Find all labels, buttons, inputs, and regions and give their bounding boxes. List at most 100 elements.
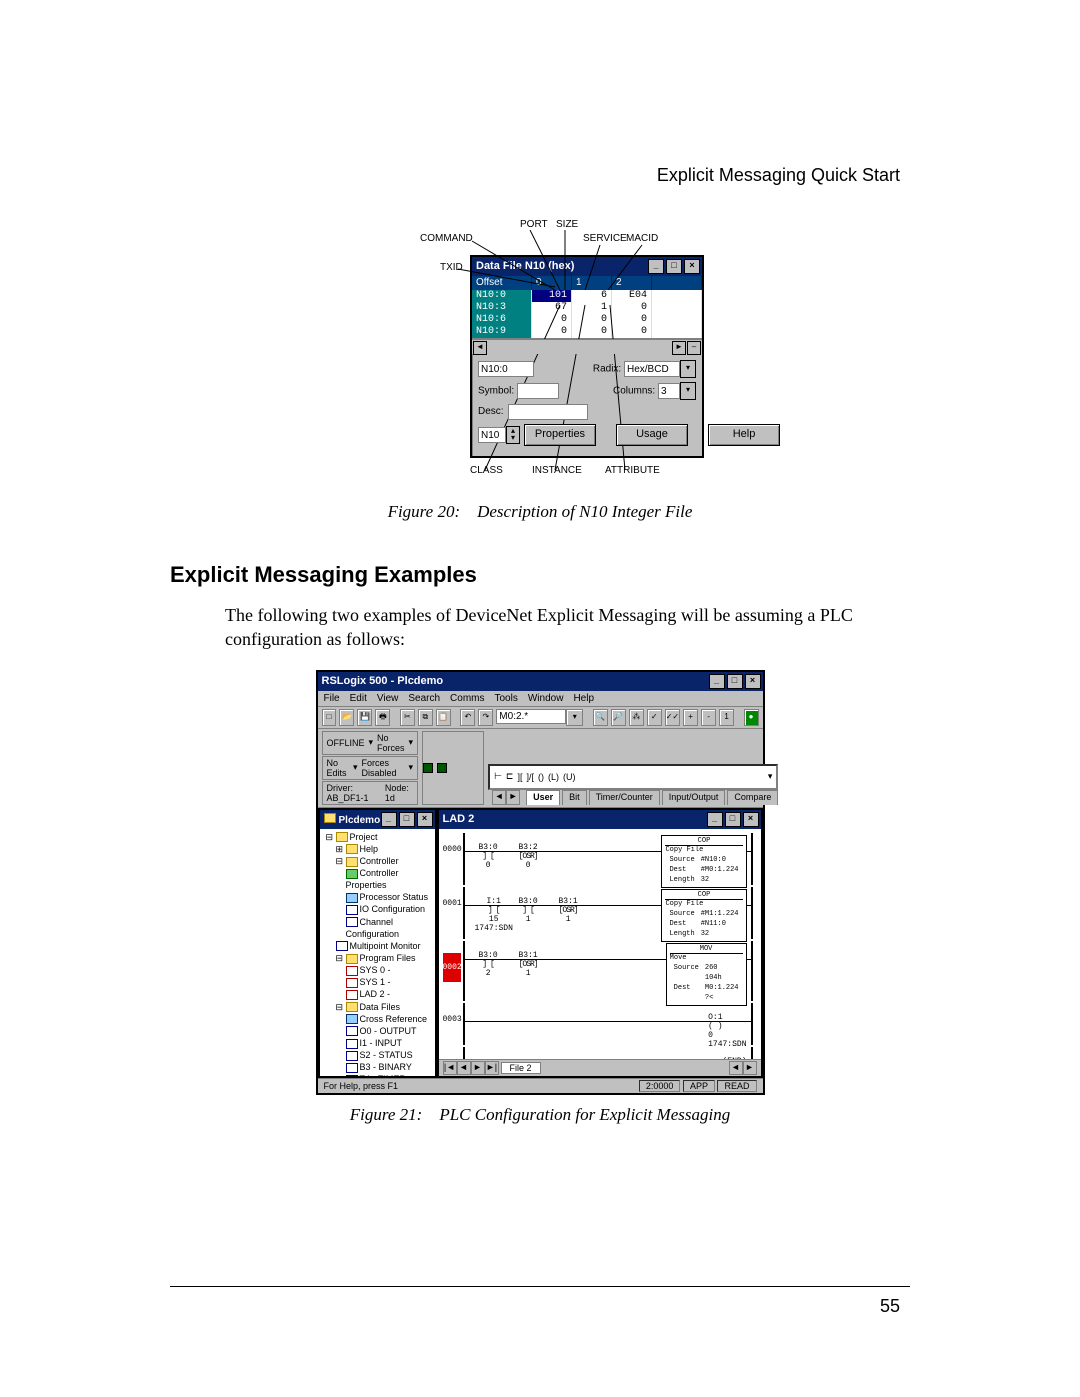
help-button[interactable]: Help xyxy=(708,424,780,446)
print-icon[interactable]: 🖶 xyxy=(375,709,390,726)
ann-port: PORT xyxy=(520,220,548,230)
maximize-icon[interactable]: □ xyxy=(727,674,743,689)
chevron-down-icon[interactable]: ▾ xyxy=(409,737,414,748)
minimize-icon[interactable]: _ xyxy=(381,812,397,827)
cop-instruction[interactable]: COP Copy File Source#N10:0 Dest#M0:1.224… xyxy=(661,835,746,888)
copy-icon[interactable]: ⧉ xyxy=(418,709,433,726)
minimize-icon[interactable]: _ xyxy=(707,812,723,827)
project-tree[interactable]: ⊟ Project ⊞ Help ⊟ Controller Controller… xyxy=(320,829,435,1076)
rung-1[interactable]: 0001 I:1] [151747:SDN B3:0] [1 B3:1[OSR]… xyxy=(463,887,753,939)
close-icon[interactable]: × xyxy=(745,674,761,689)
otu-icon[interactable]: (U) xyxy=(563,772,576,782)
tab-bit[interactable]: Bit xyxy=(562,790,587,805)
file-spinner[interactable] xyxy=(478,427,506,443)
goto-input[interactable] xyxy=(478,361,534,377)
paste-icon[interactable]: 📋 xyxy=(436,709,451,726)
rung-icon[interactable]: ⊢ xyxy=(494,771,502,782)
verify-icon[interactable]: ✓ xyxy=(647,709,662,726)
find-icon[interactable]: 🔍 xyxy=(593,709,608,726)
h-scrollbar[interactable]: ◄ ► – xyxy=(472,339,702,354)
xic-icon[interactable]: ][ xyxy=(517,772,522,782)
desc-input[interactable] xyxy=(508,404,588,420)
find-next-icon[interactable]: 🔎 xyxy=(611,709,626,726)
col-1: 1 xyxy=(572,276,612,290)
scroll-right-icon[interactable]: ► xyxy=(743,1061,757,1075)
chevron-down-icon[interactable]: ▾ xyxy=(369,737,374,748)
menu-help[interactable]: Help xyxy=(573,693,594,704)
menu-comms[interactable]: Comms xyxy=(450,693,484,704)
zoom-out-icon[interactable]: - xyxy=(701,709,716,726)
maximize-icon[interactable]: □ xyxy=(399,812,415,827)
open-icon[interactable]: 📂 xyxy=(339,709,354,726)
menu-edit[interactable]: Edit xyxy=(350,693,367,704)
close-icon[interactable]: × xyxy=(684,259,700,274)
file-tab[interactable]: File 2 xyxy=(501,1062,541,1074)
online-icon[interactable]: ● xyxy=(744,709,759,726)
file-tab-last-icon[interactable]: ►| xyxy=(485,1061,499,1075)
scroll-menu-icon[interactable]: – xyxy=(687,341,701,355)
menu-window[interactable]: Window xyxy=(528,693,564,704)
cut-icon[interactable]: ✂ xyxy=(400,709,415,726)
cop-instruction[interactable]: COP Copy File Source#M1:1.224 Dest#N11:0… xyxy=(661,889,746,942)
tab-user[interactable]: User xyxy=(526,790,560,805)
maximize-icon[interactable]: □ xyxy=(725,812,741,827)
xio-icon[interactable]: ]/[ xyxy=(526,772,534,782)
save-icon[interactable]: 💾 xyxy=(357,709,372,726)
spinner-icon[interactable]: ▴▾ xyxy=(506,426,520,444)
scroll-left-icon[interactable]: ◄ xyxy=(729,1061,743,1075)
tab-compare[interactable]: Compare xyxy=(727,790,778,805)
zoom-in-icon[interactable]: + xyxy=(683,709,698,726)
redo-icon[interactable]: ↷ xyxy=(478,709,493,726)
chevron-down-icon[interactable]: ▾ xyxy=(566,709,583,726)
rung-3[interactable]: 0003 O:1 ( ) 0 1747:SDN xyxy=(463,1003,753,1045)
close-icon[interactable]: × xyxy=(743,812,759,827)
rung-2[interactable]: 0002 B3:0] [2 B3:1[OSR]1 MOV Move Source… xyxy=(463,941,753,1001)
status-noforces: No Forces xyxy=(377,733,405,753)
status-noedits: No Edits xyxy=(327,758,350,778)
scroll-left-icon[interactable]: ◄ xyxy=(473,341,487,355)
columns-select[interactable] xyxy=(658,383,680,399)
menu-view[interactable]: View xyxy=(377,693,399,704)
properties-button[interactable]: Properties xyxy=(524,424,596,446)
ann-service: SERVICE xyxy=(583,234,627,244)
otl-icon[interactable]: (L) xyxy=(548,772,559,782)
verify-all-icon[interactable]: ✓✓ xyxy=(665,709,680,726)
symbol-input[interactable] xyxy=(517,383,559,399)
scroll-right-icon[interactable]: ► xyxy=(672,341,686,355)
status-position: 2:0000 xyxy=(639,1080,681,1092)
chevron-down-icon[interactable]: ▾ xyxy=(768,771,773,782)
ote-coil[interactable]: O:1 ( ) 0 1747:SDN xyxy=(708,1013,746,1049)
zoom-100-icon[interactable]: 1 xyxy=(719,709,734,726)
tab-input-output[interactable]: Input/Output xyxy=(662,790,726,805)
menu-file[interactable]: File xyxy=(324,693,340,704)
chevron-down-icon[interactable]: ▾ xyxy=(680,360,696,378)
chevron-down-icon[interactable]: ▾ xyxy=(409,762,414,773)
menu-search[interactable]: Search xyxy=(408,693,440,704)
mov-instruction[interactable]: MOV Move Source260 104h DestM0:1.224 ?< xyxy=(666,943,747,1006)
radix-select[interactable] xyxy=(624,361,680,377)
replace-icon[interactable]: ⁂ xyxy=(629,709,644,726)
rung-0[interactable]: 0000 B3:0] [0 B3:2[OSR]0 COP Copy File S… xyxy=(463,833,753,885)
maximize-icon[interactable]: □ xyxy=(666,259,682,274)
branch-icon[interactable]: ⊏ xyxy=(506,771,514,782)
tab-prev-icon[interactable]: ◄ xyxy=(492,790,506,805)
file-tab-prev-icon[interactable]: ◄ xyxy=(457,1061,471,1075)
file-tab-first-icon[interactable]: |◄ xyxy=(443,1061,457,1075)
undo-icon[interactable]: ↶ xyxy=(460,709,475,726)
channel-icon xyxy=(346,917,358,927)
status-driver: Driver: AB_DF1-1 xyxy=(327,783,381,803)
minimize-icon[interactable]: _ xyxy=(648,259,664,274)
chevron-down-icon[interactable]: ▾ xyxy=(353,762,358,773)
close-icon[interactable]: × xyxy=(417,812,433,827)
address-combo[interactable] xyxy=(496,709,566,724)
menu-tools[interactable]: Tools xyxy=(495,693,518,704)
usage-button[interactable]: Usage xyxy=(616,424,688,446)
tab-timer-counter[interactable]: Timer/Counter xyxy=(589,790,660,805)
tab-next-icon[interactable]: ► xyxy=(506,790,520,805)
new-icon[interactable]: □ xyxy=(322,709,337,726)
ote-icon[interactable]: () xyxy=(538,772,544,782)
file-tab-next-icon[interactable]: ► xyxy=(471,1061,485,1075)
minimize-icon[interactable]: _ xyxy=(709,674,725,689)
chevron-down-icon[interactable]: ▾ xyxy=(680,382,696,400)
rung-4[interactable]: 0004 (END) xyxy=(463,1047,753,1059)
